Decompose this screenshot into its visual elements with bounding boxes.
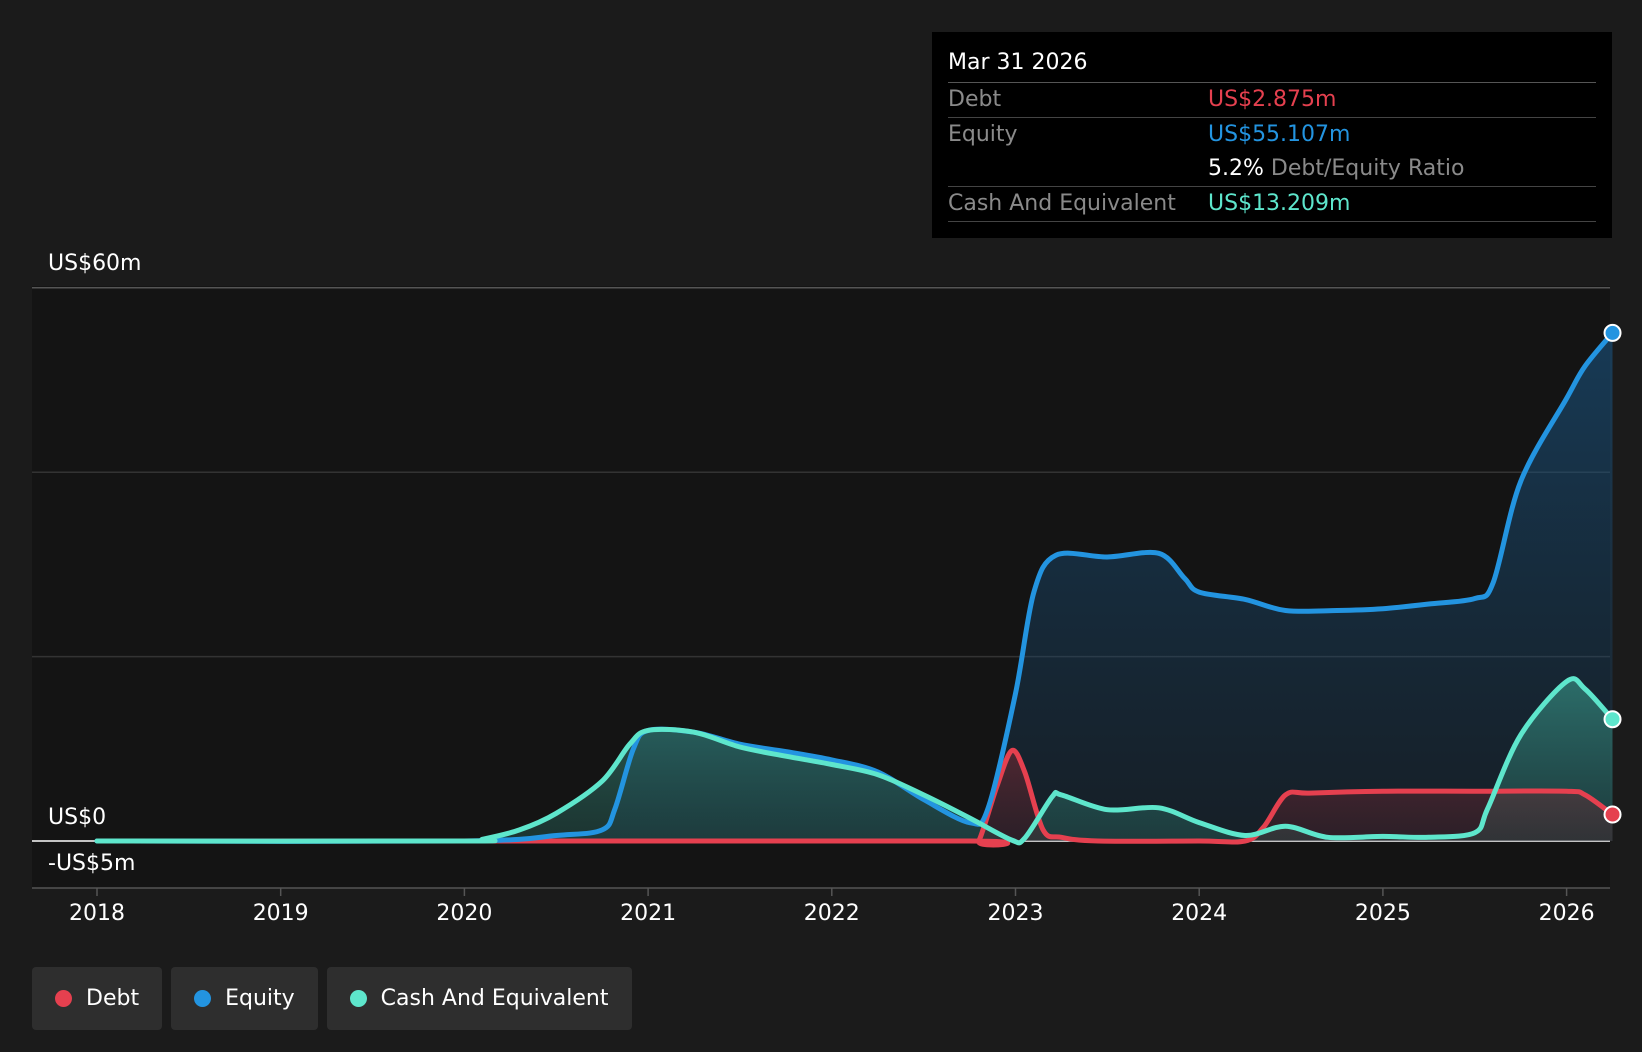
tooltip-equity-label: Equity bbox=[948, 122, 1018, 147]
legend-item-debt[interactable]: Debt bbox=[32, 967, 163, 1030]
hover-tooltip: Mar 31 2026 Debt US$2.875m Equity US$55.… bbox=[932, 32, 1612, 238]
x-tick-label-2026: 2026 bbox=[1539, 901, 1595, 926]
legend-cash-label: Cash And Equivalent bbox=[380, 986, 609, 1011]
tooltip-debt-value: US$2.875m bbox=[1208, 87, 1337, 112]
x-tick-label-2023: 2023 bbox=[988, 901, 1044, 926]
tooltip-cash-label: Cash And Equivalent bbox=[948, 191, 1176, 216]
x-tick-label-2019: 2019 bbox=[253, 901, 309, 926]
x-tick-label-2020: 2020 bbox=[436, 901, 492, 926]
tooltip-ratio-label: Debt/Equity Ratio bbox=[1270, 156, 1465, 181]
debt-end-marker bbox=[1603, 805, 1622, 824]
y-tick-label-bottom: -US$5m bbox=[48, 851, 135, 876]
tooltip-equity-value: US$55.107m bbox=[1208, 122, 1351, 147]
tooltip-debt-label: Debt bbox=[948, 87, 1002, 112]
cash-end-marker bbox=[1603, 710, 1622, 729]
x-tick-label-2018: 2018 bbox=[69, 901, 125, 926]
y-tick-label-top: US$60m bbox=[48, 251, 142, 276]
tooltip-ratio-spacer bbox=[948, 152, 1208, 186]
legend-item-cash[interactable]: Cash And Equivalent bbox=[326, 967, 632, 1030]
tooltip-row-ratio: 5.2% Debt/Equity Ratio bbox=[948, 152, 1596, 187]
tooltip-row-equity: Equity US$55.107m bbox=[948, 118, 1596, 152]
tooltip-ratio-value: 5.2% bbox=[1208, 156, 1264, 181]
legend-item-equity[interactable]: Equity bbox=[171, 967, 318, 1030]
legend-cash-dot-icon bbox=[349, 990, 367, 1007]
x-tick-label-2021: 2021 bbox=[620, 901, 676, 926]
x-tick-label-2022: 2022 bbox=[804, 901, 860, 926]
y-tick-label-zero: US$0 bbox=[48, 805, 106, 830]
x-axis-ticks: 2018 2019 2020 2021 2022 2023 2024 2025 2026 bbox=[69, 888, 1595, 926]
tooltip-cash-value: US$13.209m bbox=[1208, 191, 1351, 216]
legend-debt-label: Debt bbox=[86, 986, 140, 1011]
equity-end-marker bbox=[1603, 323, 1622, 342]
x-tick-label-2024: 2024 bbox=[1171, 901, 1227, 926]
tooltip-row-debt: Debt US$2.875m bbox=[948, 83, 1596, 118]
tooltip-ratio: 5.2% Debt/Equity Ratio bbox=[1208, 152, 1596, 186]
chart-legend: Debt Equity Cash And Equivalent bbox=[32, 967, 632, 1030]
tooltip-row-cash: Cash And Equivalent US$13.209m bbox=[948, 187, 1596, 222]
legend-debt-dot-icon bbox=[55, 990, 72, 1007]
x-tick-label-2025: 2025 bbox=[1355, 901, 1411, 926]
legend-equity-dot-icon bbox=[194, 990, 212, 1007]
tooltip-date: Mar 31 2026 bbox=[948, 46, 1596, 83]
legend-equity-label: Equity bbox=[225, 986, 295, 1011]
